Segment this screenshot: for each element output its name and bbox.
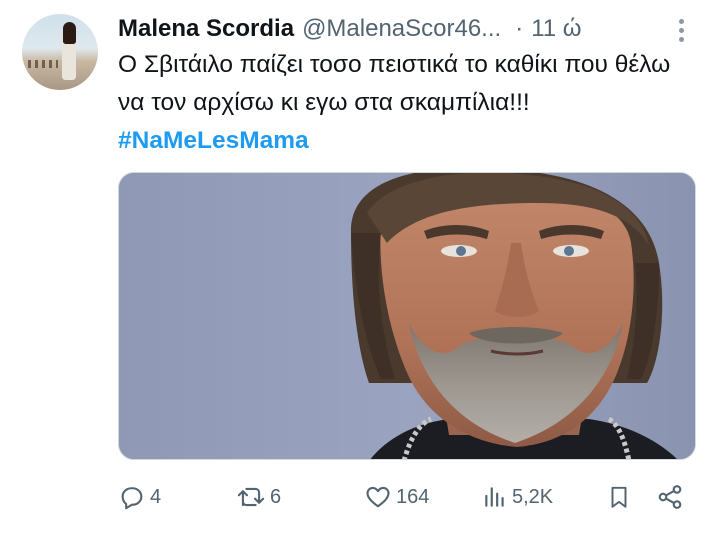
more-options-button[interactable] — [672, 14, 692, 46]
more-vertical-icon-dot — [679, 28, 684, 33]
views-count: 5,2K — [512, 485, 554, 508]
retweet-count: 6 — [270, 485, 282, 508]
reply-icon — [121, 487, 143, 510]
more-vertical-icon — [679, 19, 684, 24]
avatar-background-people — [28, 60, 58, 68]
tweet-text: Ο Σβιτάιλο παίζει τοσο πειστικά το καθίκ… — [118, 46, 678, 160]
tweet-header: Malena Scordia @MalenaScor46... · 11 ώ — [118, 12, 678, 46]
header-separator: · — [515, 15, 524, 42]
tweet-image[interactable] — [118, 172, 696, 460]
tweet-actions: 4 6 164 5,2K — [118, 478, 698, 516]
share-icon — [658, 485, 682, 509]
reply-button[interactable]: 4 — [118, 478, 161, 516]
avatar[interactable] — [22, 14, 98, 90]
avatar-hair — [63, 22, 76, 44]
retweet-icon — [237, 487, 265, 507]
retweet-button[interactable]: 6 — [236, 478, 281, 516]
bookmark-icon — [611, 486, 627, 508]
share-button[interactable] — [656, 478, 684, 516]
views-button[interactable]: 5,2K — [482, 478, 553, 516]
tweet-body: Ο Σβιτάιλο παίζει τοσο πειστικά το καθίκ… — [118, 51, 671, 116]
heart-icon — [366, 486, 390, 508]
like-button[interactable]: 164 — [364, 478, 429, 516]
views-icon — [485, 487, 504, 507]
author-handle[interactable]: @MalenaScor46... — [302, 15, 501, 43]
author-display-name[interactable]: Malena Scordia — [118, 15, 294, 43]
portrait-illustration — [119, 173, 695, 459]
tweet[interactable]: Malena Scordia @MalenaScor46... · 11 ώ Ο… — [0, 0, 720, 533]
like-count: 164 — [396, 485, 430, 508]
tweet-timestamp[interactable]: 11 ώ — [531, 15, 581, 43]
more-vertical-icon-dot — [679, 37, 684, 42]
bookmark-button[interactable] — [606, 478, 632, 516]
reply-count: 4 — [150, 485, 162, 508]
hashtag-link[interactable]: #NaMeLesMama — [118, 127, 309, 154]
